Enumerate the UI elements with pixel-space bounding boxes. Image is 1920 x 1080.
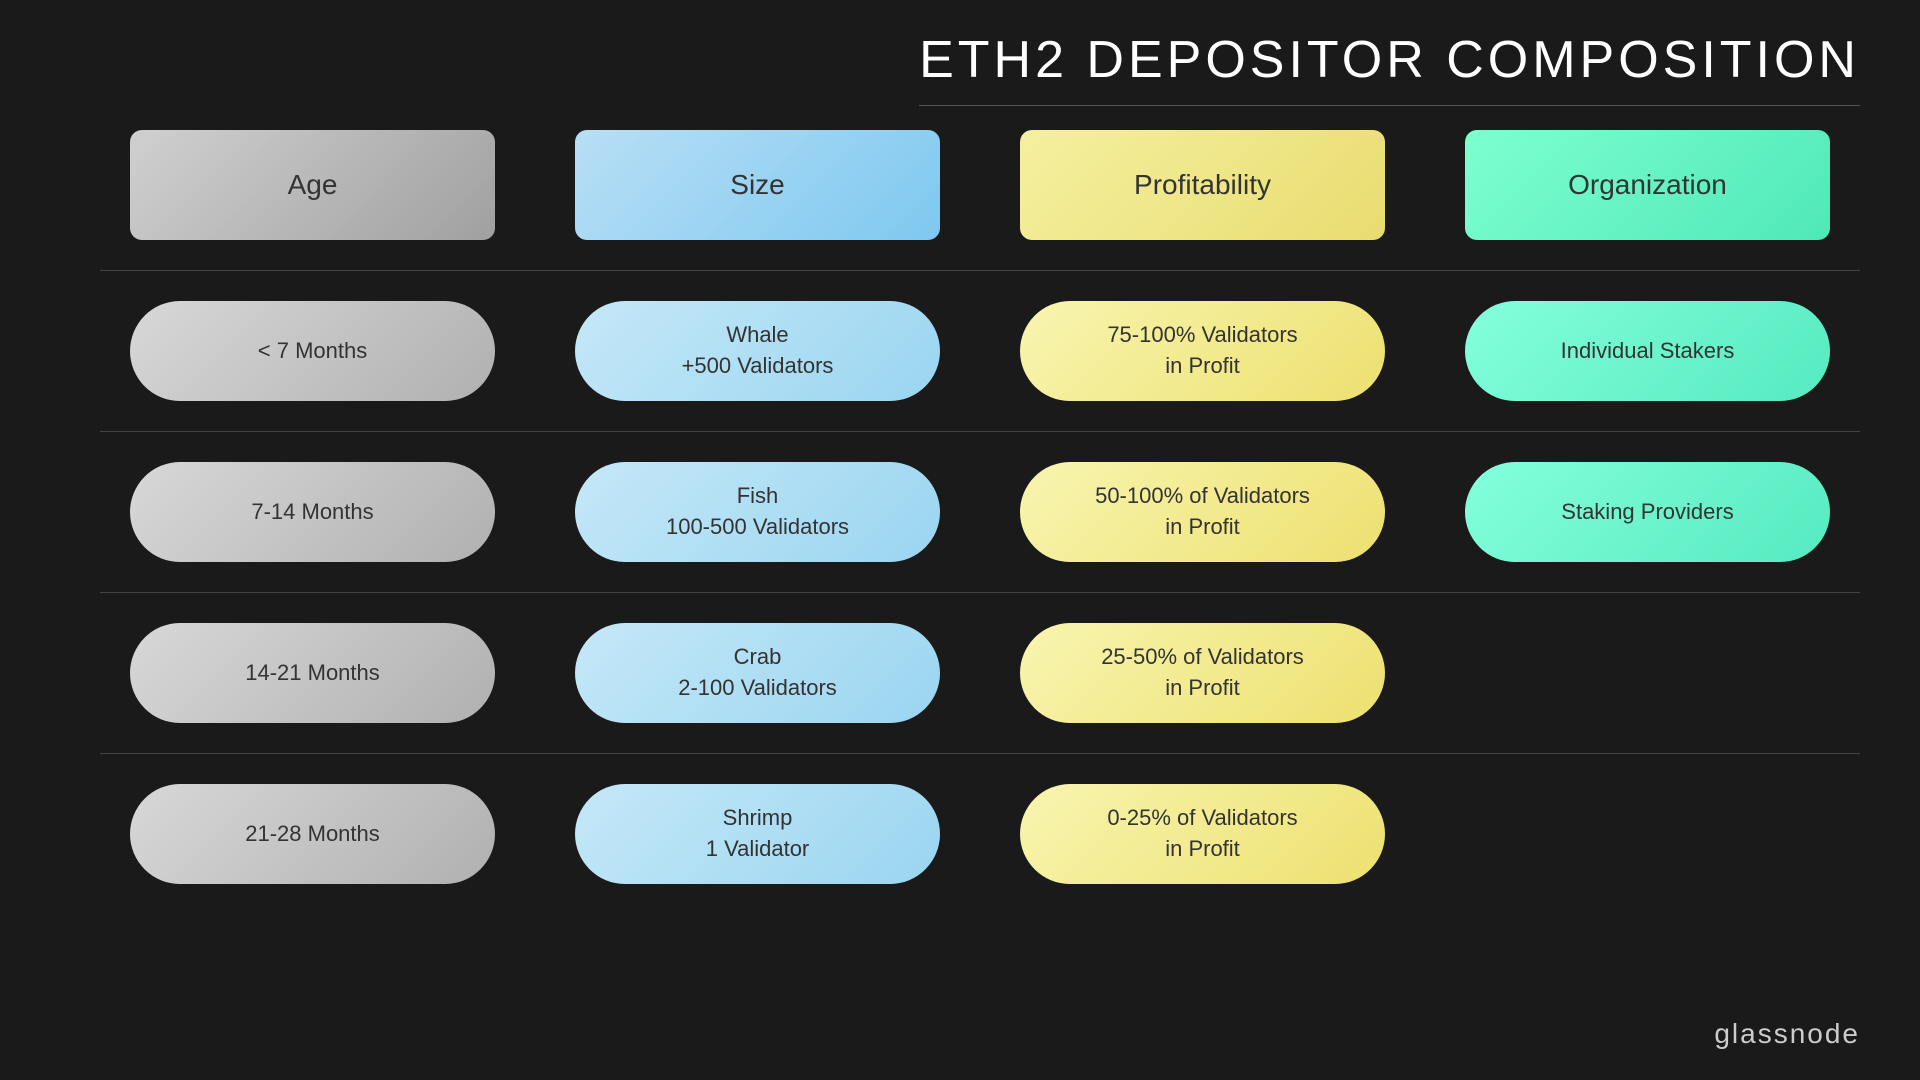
profit-cell-2: 50-100% of Validators in Profit <box>1020 462 1385 562</box>
header-profitability: Profitability <box>1020 130 1385 240</box>
divider-2 <box>100 431 1860 432</box>
header-row: Age Size Profitability Organization <box>100 130 1860 240</box>
divider-3 <box>100 592 1860 593</box>
size-cell-1: Whale +500 Validators <box>575 301 940 401</box>
org-cell-2: Staking Providers <box>1465 462 1830 562</box>
size-cell-2: Fish 100-500 Validators <box>575 462 940 562</box>
divider-1 <box>100 270 1860 271</box>
page-title: ETH2 DEPOSITOR COMPOSITION <box>919 30 1860 90</box>
age-cell-3: 14-21 Months <box>130 623 495 723</box>
age-cell-2: 7-14 Months <box>130 462 495 562</box>
header-age: Age <box>130 130 495 240</box>
glassnode-logo: glassnode <box>1714 1018 1860 1050</box>
org-cell-3-empty <box>1465 623 1830 723</box>
header-size: Size <box>575 130 940 240</box>
table-row: 14-21 Months Crab 2-100 Validators 25-50… <box>100 603 1860 743</box>
main-table: Age Size Profitability Organization < 7 … <box>100 130 1860 904</box>
profit-cell-3: 25-50% of Validators in Profit <box>1020 623 1385 723</box>
size-cell-3: Crab 2-100 Validators <box>575 623 940 723</box>
age-cell-4: 21-28 Months <box>130 784 495 884</box>
profit-cell-1: 75-100% Validators in Profit <box>1020 301 1385 401</box>
table-row: 7-14 Months Fish 100-500 Validators 50-1… <box>100 442 1860 582</box>
age-cell-1: < 7 Months <box>130 301 495 401</box>
org-cell-4-empty <box>1465 784 1830 884</box>
profit-cell-4: 0-25% of Validators in Profit <box>1020 784 1385 884</box>
table-row: 21-28 Months Shrimp 1 Validator 0-25% of… <box>100 764 1860 904</box>
org-cell-1: Individual Stakers <box>1465 301 1830 401</box>
divider-4 <box>100 753 1860 754</box>
title-divider <box>919 105 1860 106</box>
table-row: < 7 Months Whale +500 Validators 75-100%… <box>100 281 1860 421</box>
header-organization: Organization <box>1465 130 1830 240</box>
size-cell-4: Shrimp 1 Validator <box>575 784 940 884</box>
